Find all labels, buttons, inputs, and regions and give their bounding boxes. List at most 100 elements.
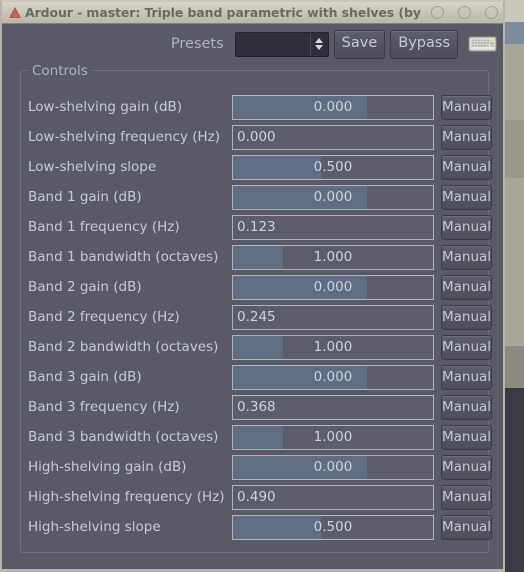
- control-value: 0.000: [313, 99, 353, 115]
- control-value: 1.000: [313, 429, 353, 445]
- control-value: 0.000: [313, 189, 353, 205]
- control-label: Band 2 bandwidth (octaves): [28, 339, 219, 355]
- control-value: 0.490: [237, 489, 276, 505]
- background-segment: [505, 346, 524, 388]
- control-label: Band 3 frequency (Hz): [28, 399, 180, 415]
- control-label: Band 1 frequency (Hz): [28, 219, 180, 235]
- manual-button[interactable]: Manual: [441, 394, 493, 420]
- manual-button[interactable]: Manual: [441, 484, 493, 510]
- background-segment: [505, 0, 524, 22]
- control-label: Low-shelving gain (dB): [28, 99, 183, 115]
- presets-combo[interactable]: [234, 31, 329, 57]
- control-slider[interactable]: 0.123: [232, 214, 434, 240]
- control-label: High-shelving slope: [28, 519, 161, 535]
- control-value: 0.245: [237, 309, 276, 325]
- control-row: Band 3 gain (dB) 0.000 Manual: [28, 362, 493, 392]
- control-slider[interactable]: 0.500: [232, 154, 434, 180]
- control-row: Low-shelving gain (dB) 0.000 Manual: [28, 92, 493, 122]
- control-row: Band 1 frequency (Hz) 0.123 Manual: [28, 212, 493, 242]
- manual-button[interactable]: Manual: [441, 214, 493, 240]
- control-slider[interactable]: 0.000: [232, 184, 434, 210]
- control-slider[interactable]: 0.368: [232, 394, 434, 420]
- control-value: 0.500: [313, 159, 353, 175]
- manual-button[interactable]: Manual: [441, 124, 493, 150]
- control-value: 0.000: [313, 459, 353, 475]
- manual-button[interactable]: Manual: [441, 334, 493, 360]
- manual-button[interactable]: Manual: [441, 184, 493, 210]
- control-row: Band 3 bandwidth (octaves) 1.000 Manual: [28, 422, 493, 452]
- spinner-up-down-icon[interactable]: [311, 33, 328, 56]
- close-button[interactable]: [485, 6, 498, 19]
- control-value: 0.500: [313, 519, 353, 535]
- control-slider[interactable]: 1.000: [232, 244, 434, 270]
- control-value: 0.000: [313, 279, 353, 295]
- window-title: Ardour - master: Triple band parametric …: [25, 5, 421, 20]
- manual-button[interactable]: Manual: [441, 514, 493, 540]
- keyboard-icon[interactable]: [468, 34, 497, 54]
- control-row: Band 2 frequency (Hz) 0.245 Manual: [28, 302, 493, 332]
- controls-group-legend: Controls: [28, 63, 92, 79]
- maximize-button[interactable]: [458, 6, 471, 19]
- save-button[interactable]: Save: [333, 29, 386, 59]
- control-label: Low-shelving frequency (Hz): [28, 129, 221, 145]
- manual-button[interactable]: Manual: [441, 94, 493, 120]
- control-label: Band 1 bandwidth (octaves): [28, 249, 219, 265]
- control-label: Band 1 gain (dB): [28, 189, 142, 205]
- control-row: Low-shelving slope 0.500 Manual: [28, 152, 493, 182]
- control-label: High-shelving gain (dB): [28, 459, 187, 475]
- control-label: High-shelving frequency (Hz): [28, 489, 225, 505]
- control-row: Low-shelving frequency (Hz) 0.000 Manual: [28, 122, 493, 152]
- minimize-button[interactable]: [431, 6, 444, 19]
- control-slider[interactable]: 1.000: [232, 334, 434, 360]
- control-label: Low-shelving slope: [28, 159, 157, 175]
- control-row: Band 3 frequency (Hz) 0.368 Manual: [28, 392, 493, 422]
- background-window-sliver: [504, 0, 524, 572]
- manual-button[interactable]: Manual: [441, 424, 493, 450]
- background-segment: [505, 44, 524, 120]
- manual-button[interactable]: Manual: [441, 304, 493, 330]
- background-segment: [505, 120, 524, 178]
- control-slider[interactable]: 0.000: [232, 94, 434, 120]
- controls-list: Low-shelving gain (dB) 0.000 Manual Low-she…: [28, 92, 493, 542]
- control-value: 0.123: [237, 219, 276, 235]
- manual-button[interactable]: Manual: [441, 154, 493, 180]
- control-slider[interactable]: 0.245: [232, 304, 434, 330]
- control-row: Band 2 bandwidth (octaves) 1.000 Manual: [28, 332, 493, 362]
- control-slider[interactable]: 0.000: [232, 274, 434, 300]
- ardour-logo-icon: [8, 6, 22, 19]
- control-row: Band 1 gain (dB) 0.000 Manual: [28, 182, 493, 212]
- control-row: High-shelving slope 0.500 Manual: [28, 512, 493, 542]
- window-controls: [431, 6, 498, 19]
- title-bar[interactable]: Ardour - master: Triple band parametric …: [2, 2, 503, 24]
- manual-button[interactable]: Manual: [441, 364, 493, 390]
- manual-button[interactable]: Manual: [441, 454, 493, 480]
- control-label: Band 3 bandwidth (octaves): [28, 429, 219, 445]
- background-segment: [505, 178, 524, 346]
- control-row: Band 2 gain (dB) 0.000 Manual: [28, 272, 493, 302]
- plugin-window: Ardour - master: Triple band parametric …: [0, 0, 505, 572]
- presets-input[interactable]: [236, 32, 311, 56]
- plugin-toolbar: Presets Save Bypass: [2, 24, 503, 64]
- control-label: Band 2 frequency (Hz): [28, 309, 180, 325]
- background-segment: [505, 388, 524, 572]
- control-label: Band 2 gain (dB): [28, 279, 142, 295]
- control-value: 1.000: [313, 249, 353, 265]
- control-slider[interactable]: 1.000: [232, 424, 434, 450]
- control-slider[interactable]: 0.490: [232, 484, 434, 510]
- control-value: 0.368: [237, 399, 276, 415]
- control-slider[interactable]: 0.000: [232, 364, 434, 390]
- control-slider[interactable]: 0.500: [232, 514, 434, 540]
- manual-button[interactable]: Manual: [441, 244, 493, 270]
- control-value: 0.000: [237, 129, 276, 145]
- chevron-up-icon: [315, 38, 324, 43]
- control-row: High-shelving gain (dB) 0.000 Manual: [28, 452, 493, 482]
- control-slider[interactable]: 0.000: [232, 454, 434, 480]
- control-slider[interactable]: 0.000: [232, 124, 434, 150]
- control-value: 0.000: [313, 369, 353, 385]
- background-segment: [505, 22, 524, 44]
- control-row: Band 1 bandwidth (octaves) 1.000 Manual: [28, 242, 493, 272]
- control-value: 1.000: [313, 339, 353, 355]
- bypass-button[interactable]: Bypass: [390, 29, 458, 59]
- manual-button[interactable]: Manual: [441, 274, 493, 300]
- control-label: Band 3 gain (dB): [28, 369, 142, 385]
